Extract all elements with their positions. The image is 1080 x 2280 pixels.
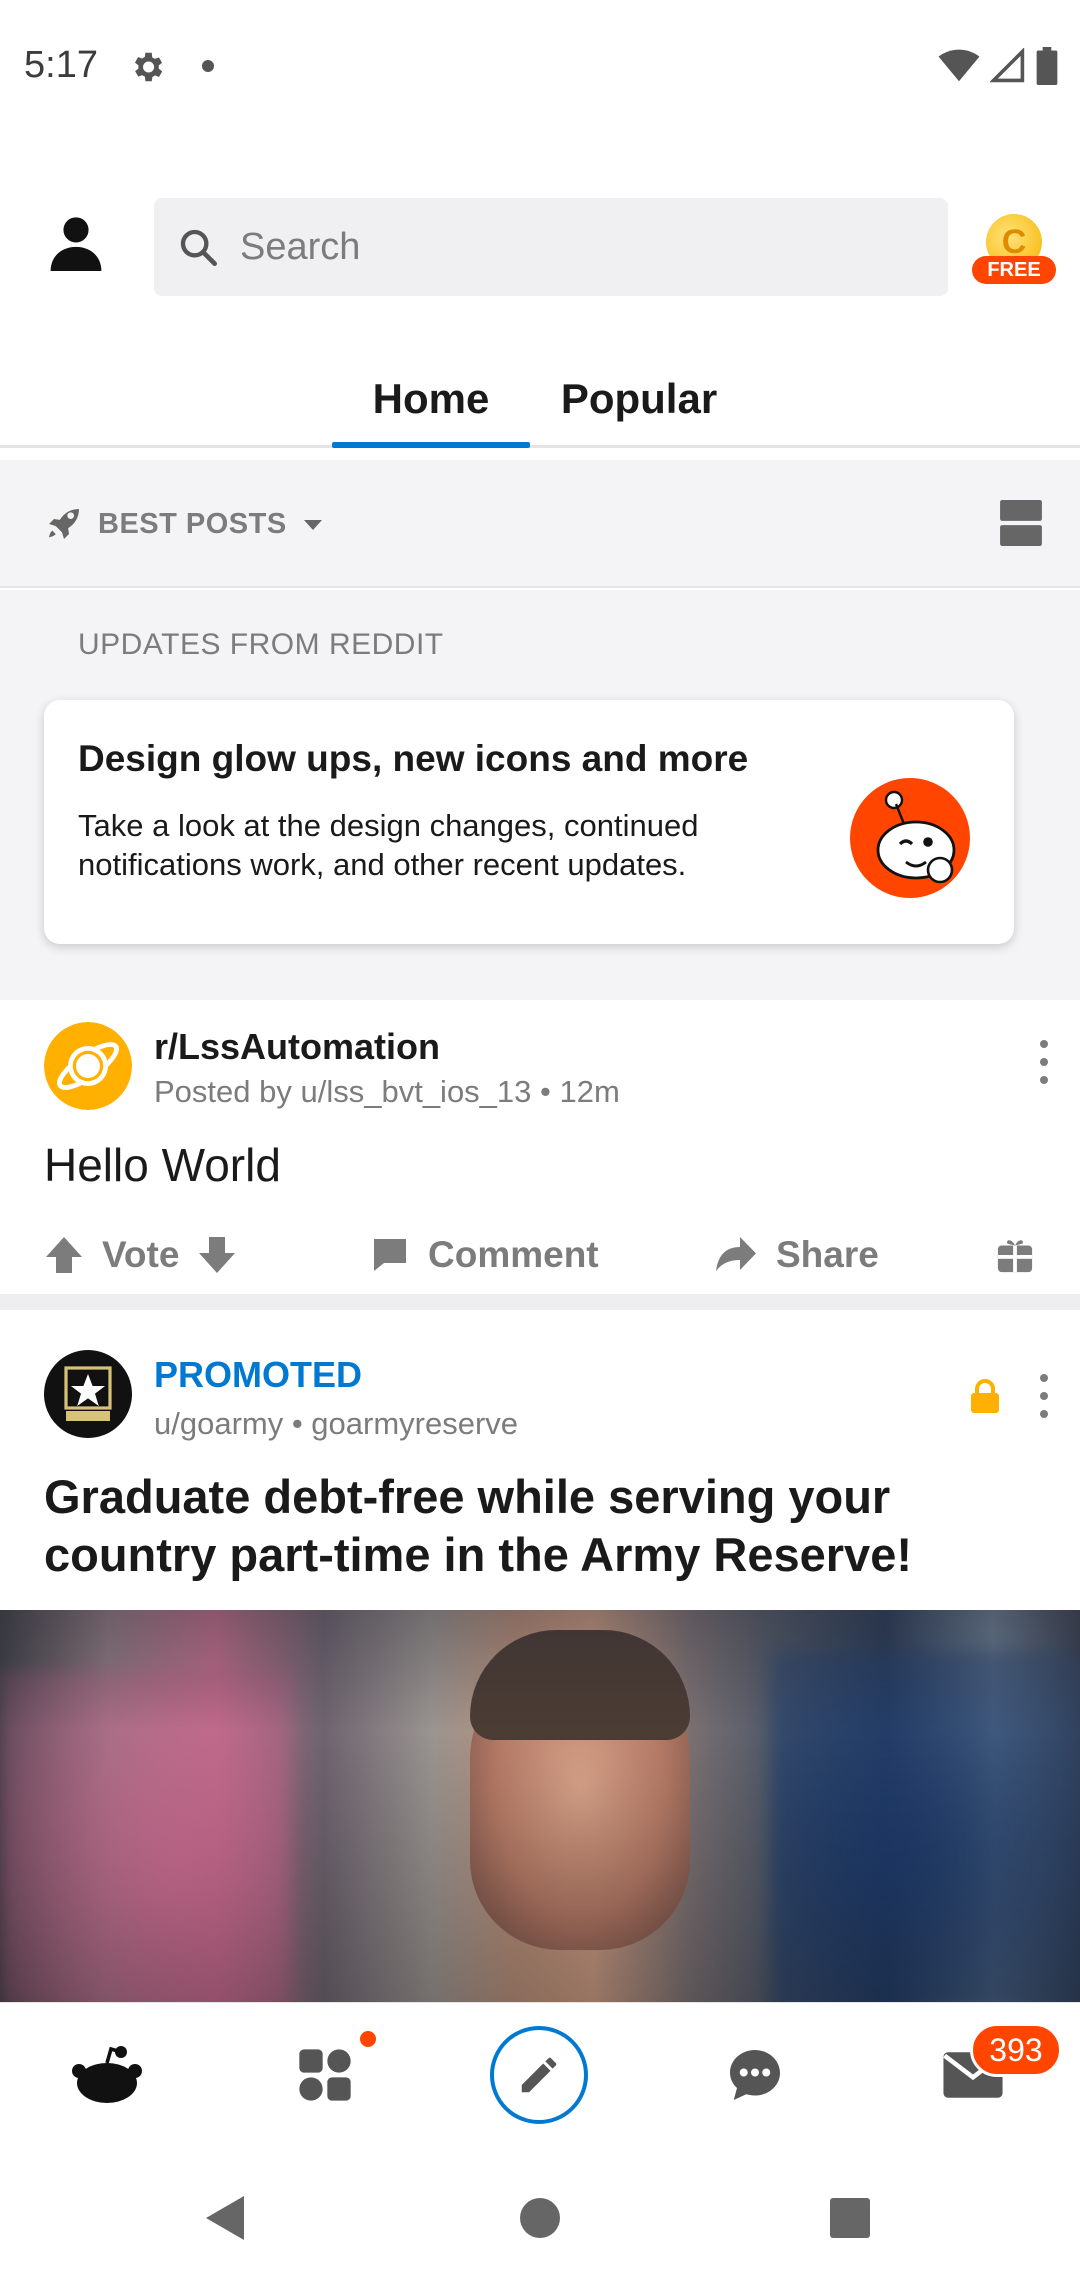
nav-home[interactable] [52,2025,162,2125]
army-star-logo-icon [64,1366,112,1421]
top-app-bar: C FREE Home Popular [0,132,1080,448]
profile-button[interactable] [36,202,116,282]
advertiser-avatar[interactable] [44,1350,132,1438]
promoted-meta[interactable]: u/goarmy • goarmyreserve [154,1406,518,1442]
status-time: 5:17 [24,44,98,86]
comment-icon [374,1239,406,1271]
update-card[interactable]: Design glow ups, new icons and more Take… [44,700,1014,944]
promoted-post-card[interactable]: PROMOTED u/goarmy • goarmyreserve Gradua… [0,1328,1080,2010]
communities-icon [299,2049,351,2101]
battery-icon [1036,47,1058,85]
inbox-count-badge: 393 [970,2023,1062,2077]
vote-controls: Vote [44,1210,237,1300]
post-title[interactable]: Hello World [44,1138,281,1192]
system-home-button[interactable] [510,2188,570,2248]
sort-label: BEST POSTS [98,507,287,540]
promoted-label: PROMOTED [154,1354,363,1395]
home-circle-icon [520,2198,560,2238]
system-back-button[interactable] [196,2188,256,2248]
system-indicators [938,46,1058,86]
selected-tab-indicator [332,442,530,448]
nav-chat[interactable] [700,2025,810,2125]
wifi-icon [938,49,980,82]
promoted-title[interactable]: Graduate debt-free while serving your co… [44,1468,1044,1584]
cell-signal-icon [990,48,1025,83]
system-recents-button[interactable] [820,2188,880,2248]
tab-popular[interactable]: Popular [548,350,730,448]
pencil-icon [521,2057,557,2093]
back-triangle-icon [206,2196,244,2240]
system-navigation-bar [0,2144,1080,2280]
search-icon [180,229,218,266]
subreddit-avatar-icon[interactable] [44,1022,132,1110]
status-bar: 5:17 [0,0,1080,132]
user-icon [50,217,102,271]
bottom-navigation: 393 [0,2002,1080,2144]
card-layout-icon[interactable] [1000,500,1042,546]
nav-communities[interactable] [270,2025,380,2125]
search-bar[interactable] [154,198,948,296]
vote-label: Vote [102,1234,180,1275]
update-card-title: Design glow ups, new icons and more [78,738,749,779]
chat-icon [730,2050,780,2100]
sort-dropdown[interactable]: BEST POSTS [44,500,325,548]
post-actions: Vote Comment Share [0,1210,1080,1300]
recents-square-icon [830,2198,870,2238]
search-input[interactable] [240,225,840,269]
gift-icon [997,1240,1033,1273]
notification-dot-icon [202,60,214,72]
snoo-mascot-icon [850,778,970,898]
rocket-icon [49,509,79,539]
more-options-icon[interactable] [1034,1374,1054,1418]
gear-icon [134,52,163,82]
share-button[interactable]: Share [714,1210,879,1300]
caret-down-icon [303,520,322,530]
lock-icon [971,1379,999,1413]
create-post-button[interactable] [490,2026,588,2124]
home-icon [72,2046,142,2103]
nav-create-post[interactable] [484,2025,594,2125]
free-coins-button[interactable]: C FREE [972,214,1058,284]
comment-button[interactable]: Comment [370,1210,599,1300]
nav-inbox[interactable]: 393 [918,2023,1062,2125]
free-badge: FREE [972,256,1056,284]
comment-label: Comment [428,1234,599,1275]
updates-heading: UPDATES FROM REDDIT [78,628,444,661]
upvote-icon[interactable] [44,1235,84,1275]
award-button[interactable] [996,1210,1034,1300]
subreddit-name[interactable]: r/LssAutomation [154,1026,440,1068]
image-shading [0,1610,1080,2010]
post-meta: Posted by u/lss_bvt_ios_13 • 12m [154,1074,620,1109]
update-card-body: Take a look at the design changes, conti… [78,808,699,882]
post-card[interactable]: r/LssAutomation Posted by u/lss_bvt_ios_… [0,1000,1080,1310]
sort-bar: BEST POSTS [0,460,1080,588]
share-icon [716,1237,756,1271]
promoted-image[interactable] [0,1610,1080,2010]
more-options-icon[interactable] [1034,1040,1054,1084]
share-label: Share [776,1234,879,1275]
feed-tabs: Home Popular [0,350,1080,448]
tab-home[interactable]: Home [332,350,530,448]
updates-section: UPDATES FROM REDDIT Design glow ups, new… [0,590,1080,1000]
communities-notification-dot [360,2031,376,2047]
downvote-icon[interactable] [197,1235,237,1275]
